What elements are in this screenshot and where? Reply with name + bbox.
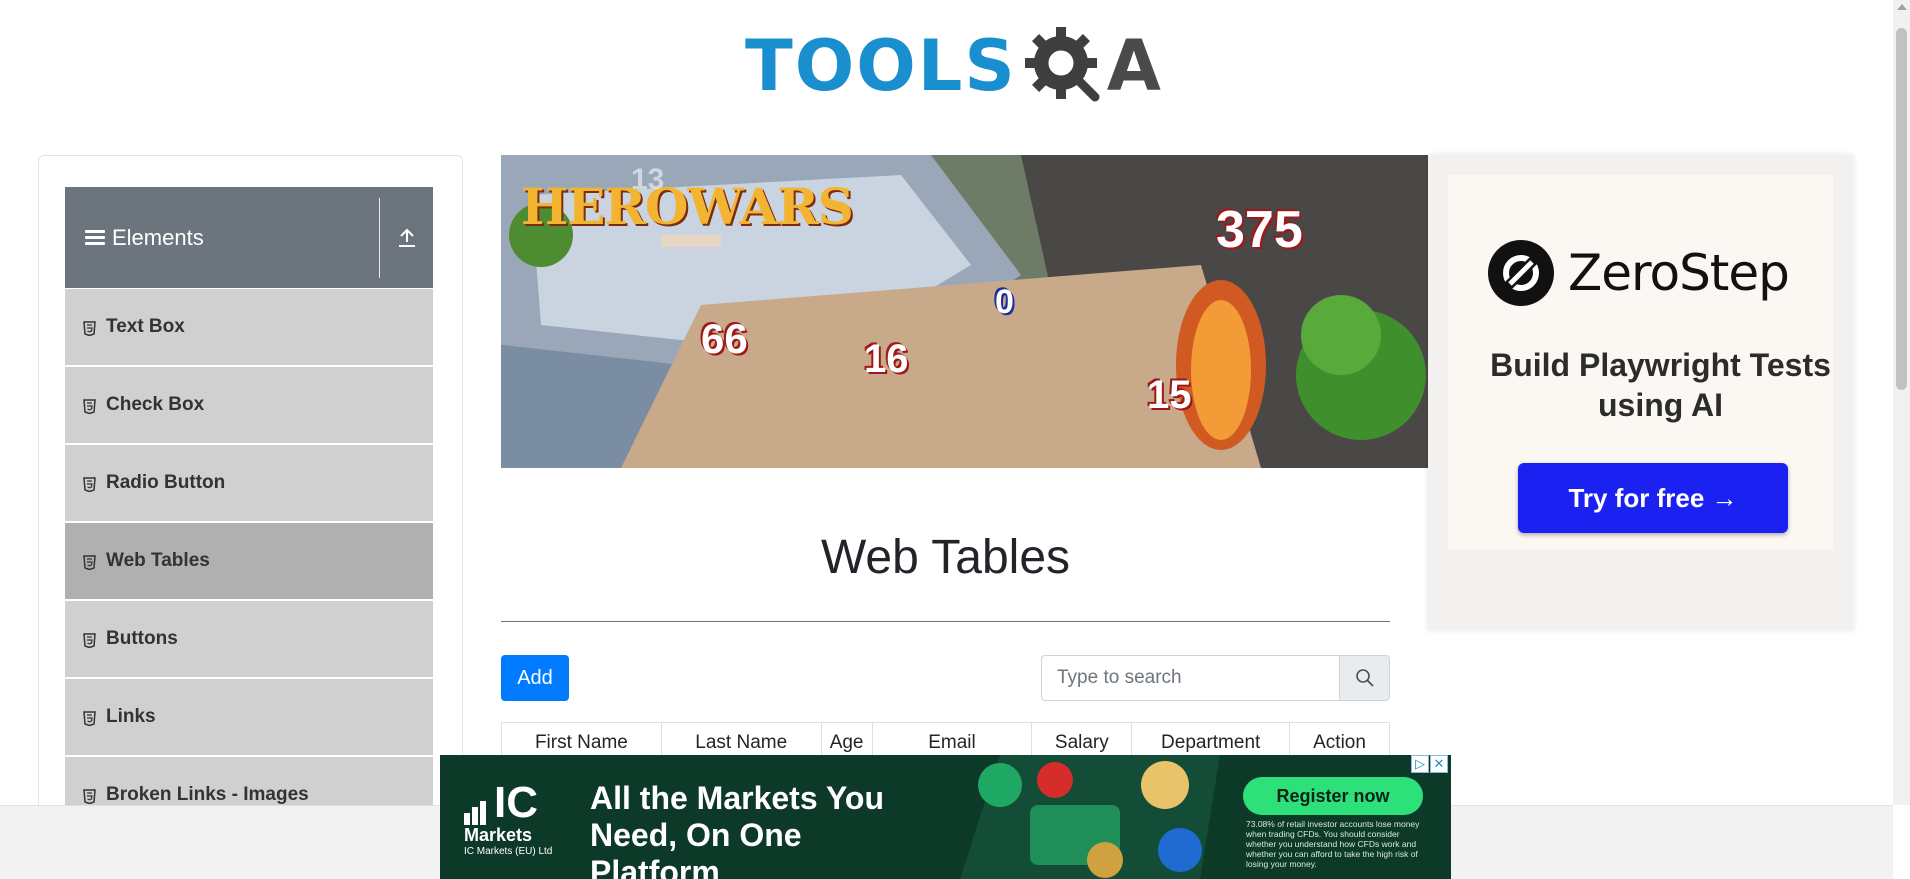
elements-menu: Text Box Check Box Radio Button Web Tabl…	[65, 289, 433, 814]
herowars-banner-ad[interactable]: HEROWARS 375 66 16 0 15 13	[501, 155, 1428, 468]
icmarkets-entity: IC Markets (EU) Ltd	[464, 846, 553, 857]
collapse-icon[interactable]	[380, 227, 433, 249]
menu-icon	[85, 227, 105, 248]
add-button[interactable]: Add	[501, 655, 569, 701]
logo-text: TOOLS	[745, 25, 1017, 107]
html5-icon	[83, 788, 96, 804]
page-title: Web Tables	[820, 531, 1071, 584]
zerostep-side-ad[interactable]: ZeroStep Build Playwright Tests using AI…	[1428, 155, 1853, 630]
sidebar-item-text-box[interactable]: Text Box	[65, 289, 433, 367]
search-button[interactable]	[1339, 655, 1390, 701]
zerostep-logo-icon	[1488, 240, 1554, 306]
damage-number: 13	[631, 163, 665, 196]
scroll-thumb[interactable]	[1896, 28, 1907, 390]
search-box	[1041, 655, 1390, 701]
damage-number: 16	[864, 337, 909, 381]
zerostep-tagline: Build Playwright Tests using AI	[1490, 347, 1831, 423]
sidebar-item-label: Links	[106, 706, 156, 727]
icmarkets-logo-sub: Markets	[464, 825, 533, 845]
gear-magnifier-icon	[1023, 25, 1105, 107]
sidebar-item-links[interactable]: Links	[65, 679, 433, 757]
html5-icon	[83, 320, 96, 336]
zerostep-name: ZeroStep	[1568, 244, 1790, 302]
group-title: Elements	[65, 225, 379, 251]
sidebar-item-label: Text Box	[106, 316, 185, 337]
icmarkets-logo-mark: IC	[464, 781, 552, 825]
risk-warning: 73.08% of retail investor accounts lose …	[1246, 819, 1420, 869]
left-sidebar: Elements Text Box Check Box Radio Button…	[38, 155, 463, 815]
close-ad-icon[interactable]: ✕	[1430, 755, 1448, 773]
sidebar-item-label: Radio Button	[106, 472, 226, 493]
adchoices-icon[interactable]: ▷	[1411, 755, 1429, 773]
toolsqa-logo[interactable]: TOOLS A	[745, 18, 1161, 114]
icmarkets-bottom-ad[interactable]: IC Markets IC Markets (EU) Ltd All the M…	[440, 755, 1451, 879]
zerostep-brand: ZeroStep	[1488, 240, 1790, 306]
sidebar-item-label: Buttons	[106, 628, 178, 649]
page-scrollbar[interactable]	[1893, 0, 1910, 805]
icmarkets-logo: IC Markets IC Markets (EU) Ltd	[464, 781, 552, 857]
sidebar-item-label: Broken Links - Images	[106, 784, 309, 805]
search-icon	[1355, 669, 1374, 687]
sidebar-item-buttons[interactable]: Buttons	[65, 601, 433, 679]
sidebar-item-label: Check Box	[106, 394, 205, 415]
herowars-logo: HEROWARS	[521, 177, 854, 236]
sidebar-item-web-tables[interactable]: Web Tables	[65, 523, 433, 601]
ad-headline: All the Markets You Need, On One Platfor…	[590, 780, 884, 879]
search-input[interactable]	[1041, 655, 1339, 701]
damage-number: 0	[995, 283, 1014, 321]
html5-icon	[83, 398, 96, 414]
html5-icon	[83, 632, 96, 648]
sidebar-item-check-box[interactable]: Check Box	[65, 367, 433, 445]
register-now-button[interactable]: Register now	[1243, 777, 1423, 815]
title-divider	[501, 621, 1390, 622]
sidebar-item-radio-button[interactable]: Radio Button	[65, 445, 433, 523]
logo-text-end: A	[1106, 25, 1161, 107]
bars-icon	[464, 801, 486, 825]
zerostep-ad-card: ZeroStep Build Playwright Tests using AI…	[1448, 175, 1833, 550]
elements-group-header[interactable]: Elements	[65, 187, 433, 288]
group-title-label: Elements	[112, 224, 204, 250]
html5-icon	[83, 554, 96, 570]
scroll-up-arrow-icon[interactable]	[1897, 4, 1907, 10]
damage-number: 66	[701, 315, 748, 362]
html5-icon	[83, 476, 96, 492]
try-for-free-button[interactable]: Try for free →	[1518, 463, 1788, 533]
damage-number: 15	[1147, 373, 1192, 417]
icmarkets-logo-text: IC	[494, 778, 538, 827]
page: TOOLS A Elements Text Box Check Box Radi…	[0, 0, 1910, 879]
sidebar-item-label: Web Tables	[106, 550, 210, 571]
html5-icon	[83, 710, 96, 726]
damage-number: 375	[1216, 201, 1303, 259]
